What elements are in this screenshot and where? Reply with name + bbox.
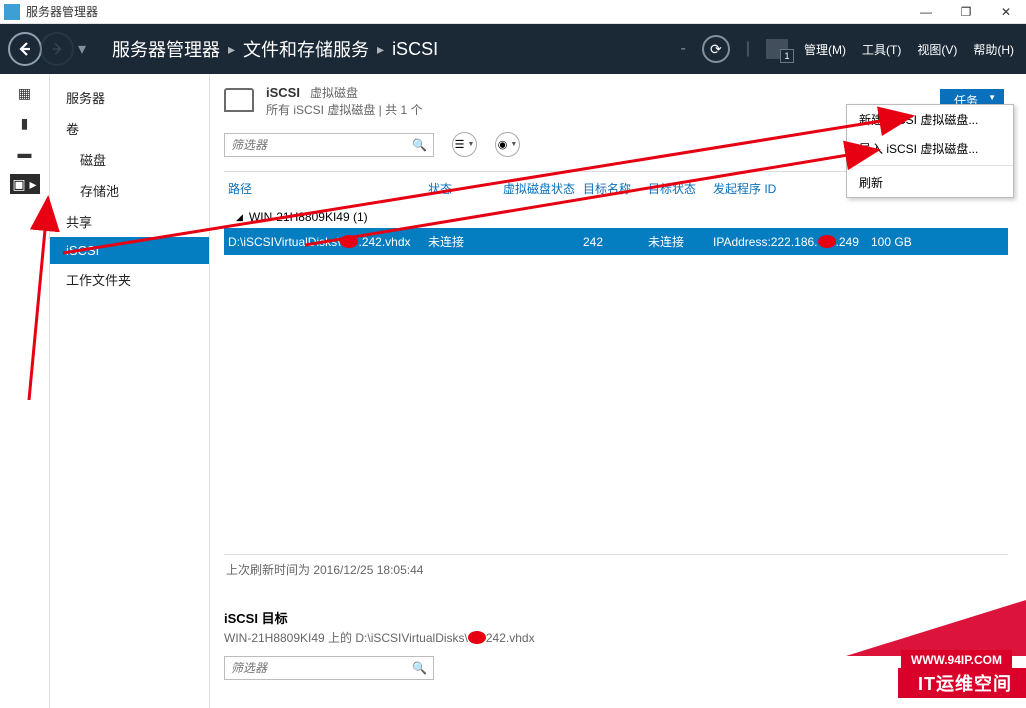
app-icon	[4, 4, 20, 20]
watermark-text: IT运维空间	[898, 668, 1026, 698]
minimize-button[interactable]: —	[906, 0, 946, 24]
censor-dot	[818, 235, 836, 248]
disk-icon	[224, 88, 254, 112]
cell-size: 100 GB	[871, 235, 931, 249]
target-filter-input[interactable]	[231, 661, 412, 675]
cell-tstatus: 未连接	[648, 233, 713, 250]
filter-box: 🔍	[224, 133, 434, 157]
list-options-button[interactable]: ☰	[452, 132, 477, 157]
nav-pools[interactable]: 存储池	[50, 175, 209, 206]
title-bar: 服务器管理器 — ❐ ✕	[0, 0, 1026, 24]
last-refreshed: 上次刷新时间为 2016/12/25 18:05:44	[224, 555, 1008, 584]
notifications-flag-icon[interactable]: 1	[766, 39, 788, 59]
separator: |	[746, 40, 750, 58]
search-icon[interactable]: 🔍	[412, 661, 427, 675]
dash: -	[681, 40, 686, 58]
menu-tools[interactable]: 工具(T)	[862, 41, 901, 58]
nav-servers[interactable]: 服务器	[50, 82, 209, 113]
section-count: 所有 iSCSI 虚拟磁盘 | 共 1 个	[266, 101, 422, 118]
target-filter-row: 🔍	[224, 656, 1008, 680]
refresh-button[interactable]: ⟳	[702, 35, 730, 63]
view-options-button[interactable]: ◉	[495, 132, 520, 157]
left-nav: 服务器 卷 磁盘 存储池 共享 iSCSI 工作文件夹	[50, 74, 210, 708]
breadcrumb-level1[interactable]: 文件和存储服务	[243, 36, 369, 62]
nav-forward-button[interactable]	[40, 32, 74, 66]
close-button[interactable]: ✕	[986, 0, 1026, 24]
nav-shares[interactable]: 共享	[50, 206, 209, 237]
menu-separator	[847, 165, 1013, 166]
rail-server-icon[interactable]: ▮	[14, 114, 36, 132]
tasks-menu: 新建 iSCSI 虚拟磁盘... 导入 iSCSI 虚拟磁盘... 刷新	[846, 104, 1014, 198]
table-row[interactable]: D:\iSCSIVirtualDisks\.242.vhdx 未连接 242 未…	[224, 228, 1008, 255]
header-bar: ▾ 服务器管理器 ▸ 文件和存储服务 ▸ iSCSI - ⟳ | 1 管理(M)…	[0, 24, 1026, 74]
nav-volumes[interactable]: 卷	[50, 113, 209, 144]
tasks-menu-new[interactable]: 新建 iSCSI 虚拟磁盘...	[847, 105, 1013, 134]
section-subtitle: 虚拟磁盘	[310, 84, 358, 101]
rail-dashboard-icon[interactable]: ▦	[14, 84, 36, 102]
col-status[interactable]: 状态	[428, 180, 503, 197]
breadcrumb-sep-icon: ▸	[228, 41, 235, 58]
col-vdstatus[interactable]: 虚拟磁盘状态	[503, 180, 583, 197]
censor-dot	[340, 235, 358, 248]
tasks-menu-refresh[interactable]: 刷新	[847, 168, 1013, 197]
expand-icon: ◢	[236, 212, 243, 223]
group-label: WIN-21H8809KI49 (1)	[249, 210, 368, 224]
menu-help[interactable]: 帮助(H)	[973, 41, 1014, 58]
list-icon: ☰	[455, 138, 465, 151]
target-filter-box: 🔍	[224, 656, 434, 680]
window-title: 服务器管理器	[26, 3, 98, 20]
nav-history-dropdown[interactable]: ▾	[78, 39, 94, 59]
breadcrumb-root[interactable]: 服务器管理器	[112, 36, 220, 62]
table-empty-area	[224, 255, 1008, 555]
nav-disks[interactable]: 磁盘	[50, 144, 209, 175]
cell-tname: 242	[583, 235, 648, 249]
breadcrumb: 服务器管理器 ▸ 文件和存储服务 ▸ iSCSI	[112, 36, 438, 62]
target-icon: ◉	[498, 138, 508, 151]
nav-back-button[interactable]	[8, 32, 42, 66]
censor-dot	[468, 631, 486, 644]
rail-fileservices-icon[interactable]: ▣ ▸	[10, 174, 40, 194]
menu-view[interactable]: 视图(V)	[917, 41, 957, 58]
rail-allservers-icon[interactable]: ▬	[14, 144, 36, 162]
maximize-button[interactable]: ❐	[946, 0, 986, 24]
watermark-url: WWW.94IP.COM	[901, 650, 1012, 670]
icon-rail: ▦ ▮ ▬ ▣ ▸	[0, 74, 50, 708]
breadcrumb-sep-icon: ▸	[377, 41, 384, 58]
filter-input[interactable]	[231, 138, 412, 152]
nav-iscsi[interactable]: iSCSI	[50, 237, 209, 264]
menu-manage[interactable]: 管理(M)	[804, 41, 846, 58]
tasks-menu-import[interactable]: 导入 iSCSI 虚拟磁盘...	[847, 134, 1013, 163]
nav-workfolders[interactable]: 工作文件夹	[50, 264, 209, 295]
search-icon[interactable]: 🔍	[412, 138, 427, 152]
notification-count: 1	[780, 49, 794, 63]
header-right: - ⟳ | 1 管理(M) 工具(T) 视图(V) 帮助(H)	[681, 35, 1026, 63]
section-title: iSCSI	[266, 85, 300, 100]
window-controls: — ❐ ✕	[906, 0, 1026, 24]
breadcrumb-current: iSCSI	[392, 39, 438, 60]
col-path[interactable]: 路径	[228, 180, 428, 197]
cell-status: 未连接	[428, 233, 503, 250]
watermark-bg	[846, 600, 1026, 656]
cell-path: D:\iSCSIVirtualDisks\.242.vhdx	[228, 235, 428, 249]
cell-init: IPAddress:222.186..249	[713, 235, 871, 249]
col-targetname[interactable]: 目标名称	[583, 180, 648, 197]
col-targetstatus[interactable]: 目标状态	[648, 180, 713, 197]
group-row[interactable]: ◢ WIN-21H8809KI49 (1)	[224, 206, 1008, 228]
vdisk-table: 路径 状态 虚拟磁盘状态 目标名称 目标状态 发起程序 ID 大小 ◢ WIN-…	[224, 171, 1008, 584]
